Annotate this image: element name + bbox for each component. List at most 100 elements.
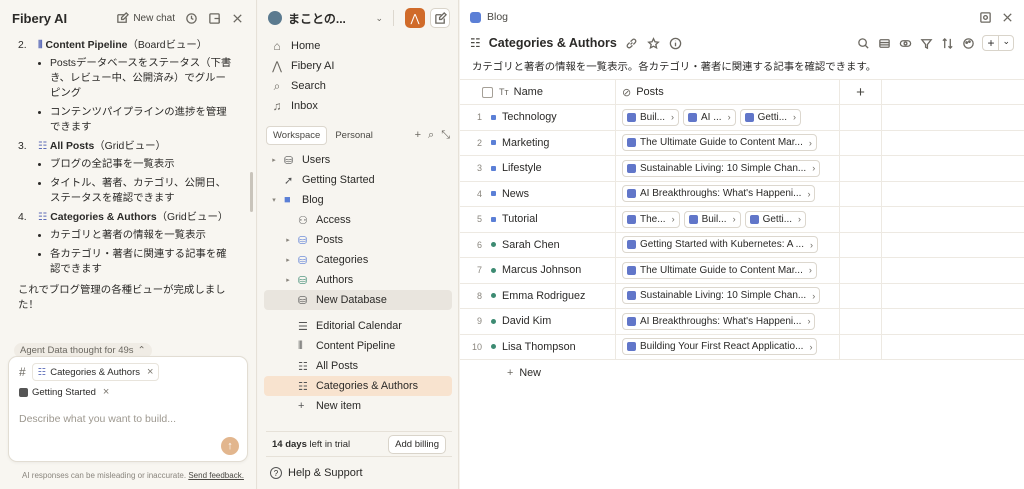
close-ai-button[interactable] bbox=[230, 11, 244, 25]
post-link[interactable]: AI Breakthroughs: What's Happeni... › bbox=[622, 185, 816, 203]
name-cell[interactable]: 9 David Kim bbox=[460, 309, 616, 334]
workspace-name[interactable]: まことの... bbox=[288, 10, 375, 27]
ai-agent-button[interactable]: ⋀ bbox=[405, 8, 425, 28]
post-link[interactable]: AI Breakthroughs: What's Happeni... › bbox=[622, 312, 816, 330]
tree-item-all-posts[interactable]: ☷ All Posts bbox=[264, 356, 452, 376]
tree-item-users[interactable]: ▸ ⛁ Users bbox=[264, 150, 452, 170]
post-link[interactable]: Sustainable Living: 10 Simple Chan... › bbox=[622, 159, 821, 177]
tab-workspace[interactable]: Workspace bbox=[266, 125, 328, 145]
expand-icon[interactable]: ▾ bbox=[270, 196, 278, 204]
sort-icon[interactable] bbox=[940, 36, 954, 50]
chevron-down-icon[interactable]: ⌄ bbox=[375, 13, 383, 24]
table-row[interactable]: 6 Sarah Chen Getting Started with Kubernet… bbox=[460, 232, 1024, 258]
star-icon[interactable] bbox=[647, 36, 661, 50]
fields-icon[interactable] bbox=[877, 36, 891, 50]
tree-item-blog[interactable]: ▾ ■ Blog bbox=[264, 190, 452, 210]
remove-chip-icon[interactable]: × bbox=[147, 366, 153, 378]
tree-item-authors[interactable]: ▸ ⛁ Authors bbox=[264, 270, 452, 290]
send-feedback-link[interactable]: Send feedback. bbox=[188, 471, 244, 480]
table-row[interactable]: 5 Tutorial The... › Buil... › Getti... › bbox=[460, 207, 1024, 233]
col-posts-header[interactable]: ⊘ Posts bbox=[616, 80, 840, 104]
tree-item-categories-authors[interactable]: ☷ Categories & Authors bbox=[264, 376, 452, 396]
color-icon[interactable] bbox=[961, 36, 975, 50]
table-row[interactable]: 1 Technology Buil... › AI ... › Getti... › bbox=[460, 105, 1024, 131]
table-row[interactable]: 4 News AI Breakthroughs: What's Happeni...… bbox=[460, 181, 1024, 207]
table-row[interactable]: 2 Marketing The Ultimate Guide to Content … bbox=[460, 130, 1024, 156]
tree-item-content-pipeline[interactable]: ⦀ Content Pipeline bbox=[264, 336, 452, 356]
nav-home[interactable]: ⌂ Home bbox=[258, 36, 458, 56]
new-row[interactable]: + New bbox=[460, 360, 1024, 385]
post-link[interactable]: Getti... › bbox=[744, 210, 807, 228]
tree-item-editorial-calendar[interactable]: ☰ Editorial Calendar bbox=[264, 316, 452, 336]
tree-item-access[interactable]: ⚇ Access bbox=[264, 210, 452, 230]
search-icon[interactable] bbox=[856, 36, 870, 50]
send-button[interactable]: ↑ bbox=[221, 437, 239, 455]
add-column-button[interactable]: + bbox=[840, 80, 882, 104]
post-link[interactable]: Buil... › bbox=[683, 210, 741, 228]
post-link[interactable]: Building Your First React Applicatio... › bbox=[622, 338, 818, 356]
tab-personal[interactable]: Personal bbox=[329, 127, 379, 144]
add-billing-button[interactable]: Add billing bbox=[388, 434, 446, 454]
nav-inbox[interactable]: ♫ Inbox bbox=[258, 96, 458, 116]
eye-icon[interactable] bbox=[898, 36, 912, 50]
post-link[interactable]: AI ... › bbox=[683, 108, 736, 126]
info-icon[interactable] bbox=[669, 36, 683, 50]
name-cell[interactable]: 1 Technology bbox=[460, 105, 616, 130]
name-cell[interactable]: 10 Lisa Thompson bbox=[460, 334, 616, 359]
history-button[interactable] bbox=[184, 11, 198, 25]
name-cell[interactable]: 2 Marketing bbox=[460, 130, 616, 155]
search-icon[interactable]: ⌕ bbox=[428, 129, 434, 142]
table-row[interactable]: 7 Marcus Johnson The Ultimate Guide to Con… bbox=[460, 258, 1024, 284]
posts-cell[interactable]: The... › Buil... › Getti... › bbox=[616, 207, 840, 232]
filter-icon[interactable] bbox=[919, 36, 933, 50]
posts-cell[interactable]: Sustainable Living: 10 Simple Chan... › bbox=[616, 156, 840, 181]
post-link[interactable]: The Ultimate Guide to Content Mar... › bbox=[622, 261, 817, 279]
remove-chip-icon[interactable]: × bbox=[103, 386, 109, 398]
post-link[interactable]: The... › bbox=[622, 210, 680, 228]
tree-item-categories[interactable]: ▸ ⛁ Categories bbox=[264, 250, 452, 270]
tree-item-new-item[interactable]: + New item bbox=[264, 396, 452, 416]
view-title[interactable]: Categories & Authors bbox=[489, 36, 617, 50]
post-link[interactable]: Getti... › bbox=[739, 108, 802, 126]
name-cell[interactable]: 6 Sarah Chen bbox=[460, 232, 616, 257]
ai-scrollbar[interactable] bbox=[250, 172, 253, 212]
posts-cell[interactable]: Sustainable Living: 10 Simple Chan... › bbox=[616, 283, 840, 308]
posts-cell[interactable]: AI Breakthroughs: What's Happeni... › bbox=[616, 181, 840, 206]
tree-item-getting-started[interactable]: ➚ Getting Started bbox=[264, 170, 452, 190]
hash-icon[interactable]: # bbox=[19, 365, 26, 379]
tree-item-new-database[interactable]: ⛁ New Database bbox=[264, 290, 452, 310]
add-icon[interactable]: + bbox=[415, 129, 421, 142]
select-all-checkbox[interactable] bbox=[482, 86, 493, 98]
new-row-cell[interactable]: + New bbox=[460, 360, 616, 385]
posts-cell[interactable]: Buil... › AI ... › Getti... › bbox=[616, 105, 840, 130]
compose-button[interactable] bbox=[430, 8, 450, 28]
table-row[interactable]: 9 David Kim AI Breakthroughs: What's Happe… bbox=[460, 309, 1024, 335]
prompt-input[interactable]: Describe what you want to build... bbox=[19, 413, 176, 425]
posts-cell[interactable]: Getting Started with Kubernetes: A ... › bbox=[616, 232, 840, 257]
name-cell[interactable]: 5 Tutorial bbox=[460, 207, 616, 232]
nav-search[interactable]: ⌕ Search bbox=[258, 76, 458, 96]
posts-cell[interactable]: AI Breakthroughs: What's Happeni... › bbox=[616, 309, 840, 334]
table-row[interactable]: 8 Emma Rodriguez Sustainable Living: 10 Si… bbox=[460, 283, 1024, 309]
add-entity-button[interactable]: + ⌄ bbox=[982, 35, 1014, 51]
context-chip-getting-started[interactable]: Getting Started × bbox=[19, 384, 115, 400]
name-cell[interactable]: 3 Lifestyle bbox=[460, 156, 616, 181]
name-cell[interactable]: 8 Emma Rodriguez bbox=[460, 283, 616, 308]
tree-item-posts[interactable]: ▸ ⛁ Posts bbox=[264, 230, 452, 250]
posts-cell[interactable]: Building Your First React Applicatio... › bbox=[616, 334, 840, 359]
expand-icon[interactable]: ▸ bbox=[284, 276, 292, 284]
collapse-icon[interactable]: ⤡ bbox=[441, 129, 450, 142]
search-view-icon[interactable] bbox=[978, 10, 992, 24]
new-chat-button[interactable]: New chat bbox=[115, 11, 175, 25]
post-link[interactable]: Buil... › bbox=[622, 108, 680, 126]
link-icon[interactable] bbox=[625, 36, 639, 50]
expand-icon[interactable]: ▸ bbox=[284, 236, 292, 244]
table-row[interactable]: 10 Lisa Thompson Building Your First React… bbox=[460, 334, 1024, 360]
nav-fibery-ai[interactable]: ⋀ Fibery AI bbox=[258, 56, 458, 76]
post-link[interactable]: Sustainable Living: 10 Simple Chan... › bbox=[622, 287, 821, 305]
table-row[interactable]: 3 Lifestyle Sustainable Living: 10 Simple … bbox=[460, 156, 1024, 182]
col-name-header[interactable]: Tт Name bbox=[460, 80, 616, 104]
expand-icon[interactable]: ▸ bbox=[284, 256, 292, 264]
post-link[interactable]: The Ultimate Guide to Content Mar... › bbox=[622, 134, 817, 152]
breadcrumb[interactable]: Blog bbox=[487, 11, 508, 23]
